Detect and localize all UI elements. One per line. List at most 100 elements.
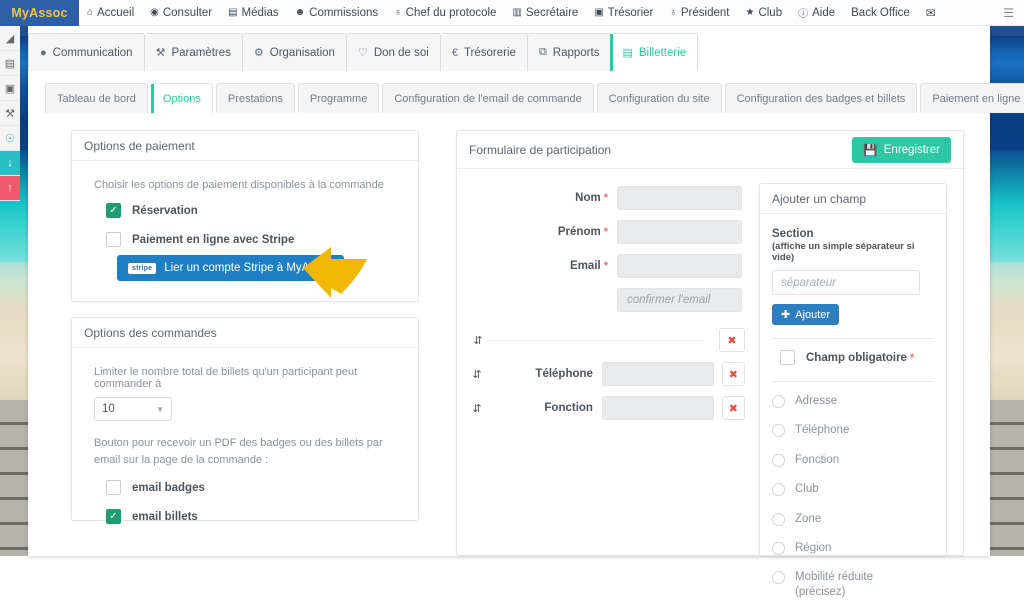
divider [772,338,934,339]
ticket-limit-select[interactable]: 10 ▼ [94,397,172,421]
checkbox-row-stripe[interactable]: Paiement en ligne avec Stripe [106,232,406,247]
tab-paiement-en-ligne[interactable]: Paiement en ligne [920,83,1024,113]
tab-tresorerie[interactable]: € Trésorerie [440,33,528,71]
checkbox-row-email-billets[interactable]: ✓ email billets [106,509,406,524]
checkbox-email-billets[interactable]: ✓ [106,509,121,524]
add-field-button[interactable]: ✚ Ajouter [772,304,840,325]
radio-zone[interactable] [772,512,785,526]
tab-parametres[interactable]: ⚒ Paramètres [144,33,243,71]
drag-handle-icon[interactable]: ⇵ [469,334,487,347]
panel-title: Options des commandes [84,325,217,340]
topnav-item-tresorier[interactable]: ▣ Trésorier [586,0,661,26]
arrow-down-icon[interactable]: ↓ [0,151,20,176]
tab-config-site[interactable]: Configuration du site [596,83,722,113]
radio-adresse[interactable] [772,395,785,408]
topnav-item-messages[interactable]: ✉ [918,0,944,26]
checkbox-email-badges[interactable] [106,480,121,495]
topnav-label: Club [758,6,783,19]
tab-rapports[interactable]: ⧉ Rapports [527,33,612,71]
tab-label: Communication [52,46,133,59]
menu-icon[interactable]: ☰ [1003,6,1014,20]
tab-config-badges-billets[interactable]: Configuration des badges et billets [724,83,918,113]
topnav-item-club[interactable]: ★ Club [737,0,790,26]
radio-mobilite-reduite[interactable] [772,571,785,585]
input-nom[interactable] [617,186,742,210]
ticket-limit-value: 10 [102,403,115,415]
radio-row-region[interactable]: Région [772,541,934,555]
radio-fonction[interactable] [772,453,785,467]
checkbox-label: Champ obligatoire * [806,351,915,364]
banknote-icon[interactable]: ▣ [0,76,20,101]
remove-x-icon[interactable]: ✖ [721,396,746,420]
user-circle-icon: ☻ [294,7,306,18]
topnav-item-commissions[interactable]: ☻ Commissions [287,0,387,26]
copy-icon: ⧉ [538,46,547,58]
document-icon[interactable]: ▤ [0,51,20,76]
drag-handle-icon[interactable]: ⇵ [469,368,485,381]
checkbox-champ-obligatoire[interactable] [780,350,795,365]
topnav-item-secretaire[interactable]: ▥ Secrétaire [504,0,586,26]
tab-config-email-commande[interactable]: Configuration de l'email de commande [382,83,594,113]
section-name-input[interactable]: séparateur [772,270,920,295]
tab-communication[interactable]: ● Communication [28,33,145,71]
link-stripe-account-button[interactable]: stripe Lier un compte Stripe à MyAssoc [117,255,345,281]
topnav-item-aide[interactable]: ⓘ Aide [790,0,843,26]
checkbox-row-email-badges[interactable]: email badges [106,480,406,495]
section-sublabel: (affiche un simple séparateur si vide) [772,241,915,263]
tab-organisation[interactable]: ⚙ Organisation [242,33,347,71]
radio-telephone[interactable] [772,424,785,438]
radio-row-telephone[interactable]: Téléphone [772,423,934,438]
topnav-item-consulter[interactable]: ◉ Consulter [142,0,220,26]
panel-header: Options des commandes [72,318,418,348]
stripe-button-wrapper: stripe Lier un compte Stripe à MyAssoc [117,247,406,298]
input-email[interactable] [617,254,742,278]
topnav-item-accueil[interactable]: ⌂ Accueil [79,0,142,26]
tab-programme[interactable]: Programme [297,83,380,113]
panel-body: Choisir les options de paiement disponib… [72,161,418,298]
tab-billetterie[interactable]: ▤ Billetterie [610,33,699,71]
checkbox-row-champ-obligatoire[interactable]: Champ obligatoire * [780,350,934,365]
radio-row-zone[interactable]: Zone [772,512,934,526]
checkbox-paiement-stripe[interactable] [106,232,121,247]
form-row-confirm-email: ⇵ confirmer l'email [469,287,745,313]
panel-body: Limiter le nombre total de billets qu'un… [72,348,418,550]
checkbox-row-reservation[interactable]: ✓ Réservation [106,203,406,218]
tab-prestations[interactable]: Prestations [215,83,295,113]
topnav-item-president[interactable]: ♁ Président [661,0,737,26]
topnav-item-medias[interactable]: ▤ Médias [220,0,287,26]
input-fonction[interactable] [601,396,714,420]
radio-region[interactable] [772,541,785,555]
tab-don-de-soi[interactable]: ♡ Don de soi [346,33,441,71]
drag-handle-icon[interactable]: ⇵ [469,402,485,415]
wrench-icon[interactable]: ⚒ [0,101,20,126]
topnav-item-chef-du-protocole[interactable]: ♁ Chef du protocole [386,0,504,26]
tab-label: Rapports [552,46,600,59]
radio-row-fonction[interactable]: Fonction [772,453,934,467]
tab-tableau-de-bord[interactable]: Tableau de bord [45,83,148,113]
checkbox-reservation[interactable]: ✓ [106,203,121,218]
brand-logo[interactable]: MyAssoc [0,0,79,26]
topnav-label: Chef du protocole [405,6,497,19]
input-confirm-email[interactable]: confirmer l'email [617,288,742,312]
radio-club[interactable] [772,483,785,497]
input-prenom[interactable] [617,220,742,244]
section-label: Section [772,228,814,240]
save-button[interactable]: 💾 Enregistrer [852,136,951,163]
remove-x-icon[interactable]: ✖ [719,328,745,352]
tab-options[interactable]: Options [150,83,213,113]
map-pin-icon[interactable]: ☉ [0,126,20,151]
chart-area-icon[interactable]: ◢ [0,26,20,51]
topnav-item-back-office[interactable]: Back Office [843,0,918,26]
remove-x-icon[interactable]: ✖ [721,362,746,386]
radio-label: Club [795,483,819,496]
radio-row-club[interactable]: Club [772,482,934,497]
radio-row-mobilite-reduite[interactable]: Mobilité réduite (précisez) [772,570,934,599]
arrow-up-icon[interactable]: ↑ [0,176,20,201]
star-icon: ★ [745,7,755,18]
eye-icon: ◉ [150,7,159,18]
input-telephone[interactable] [601,362,714,386]
radio-row-adresse[interactable]: Adresse [772,394,934,408]
checkbox-label: Réservation [132,204,198,217]
form-row-separator: ⇵ ✖ [469,327,745,353]
panel-header: Options de paiement [72,131,418,161]
